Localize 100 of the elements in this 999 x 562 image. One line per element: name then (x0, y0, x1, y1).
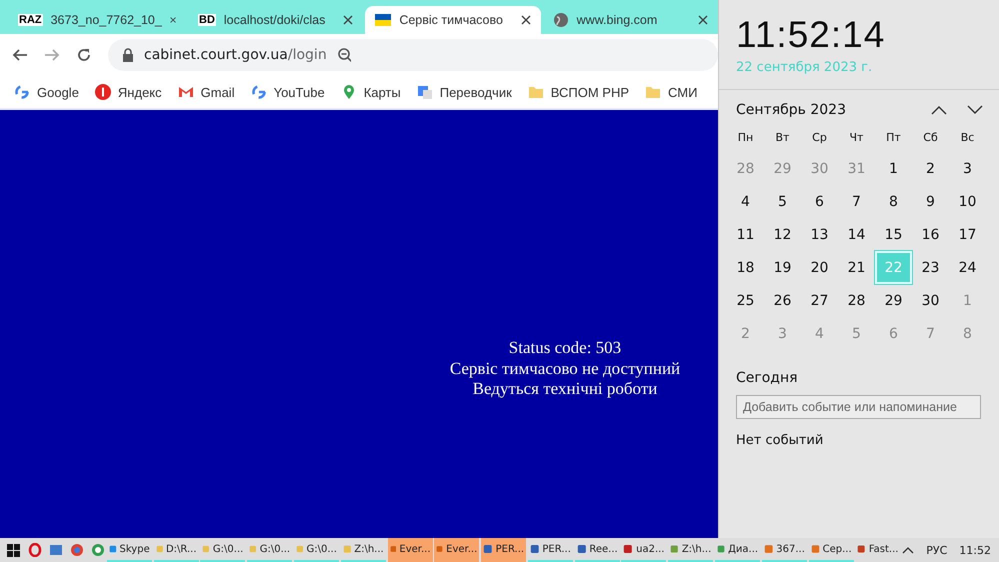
browser-tab[interactable]: Сервіс тимчасово (365, 6, 541, 34)
chevron-up-icon[interactable] (931, 105, 947, 115)
calendar-day[interactable]: 24 (949, 251, 986, 284)
envelope-icon (178, 84, 194, 100)
zoom-out-icon[interactable] (336, 47, 351, 63)
reload-icon[interactable] (76, 47, 92, 63)
bookmark[interactable]: ВСПОМ PHP (528, 84, 630, 100)
taskbar-item[interactable]: G:\0... (247, 538, 292, 562)
close-icon[interactable] (520, 15, 531, 25)
weekday-label: Сб (922, 130, 939, 146)
tab-favicon: BD (198, 14, 216, 26)
taskbar-item[interactable]: PER... (481, 538, 526, 562)
taskbar-item[interactable]: Z:\h... (340, 538, 386, 562)
url-text: cabinet.court.gov.ua/login (144, 47, 327, 63)
calendar-day[interactable]: 12 (764, 218, 801, 251)
calendar-day[interactable]: 6 (801, 185, 838, 218)
close-icon[interactable] (343, 15, 354, 25)
calendar-day[interactable]: 2 (912, 152, 949, 185)
bookmark[interactable]: Яндекс (94, 84, 162, 100)
error-message-line: Status code: 503 (508, 338, 622, 358)
calendar-day[interactable]: 1 (875, 152, 912, 185)
chevron-up-icon[interactable] (902, 546, 914, 554)
bookmark[interactable]: Карты (340, 84, 401, 100)
weekday-label: Вс (960, 130, 976, 146)
calendar-day[interactable]: 30 (912, 284, 949, 317)
calendar-day[interactable]: 7 (838, 185, 875, 218)
calendar-day[interactable]: 21 (838, 251, 875, 284)
calendar-day[interactable]: 29 (875, 284, 912, 317)
circle-icon[interactable] (91, 543, 105, 557)
ring-icon[interactable] (28, 543, 42, 557)
calendar-day[interactable]: 3 (949, 152, 986, 185)
back-arrow-icon[interactable] (12, 47, 28, 63)
calendar-day[interactable]: 18 (727, 251, 764, 284)
circle-icon (94, 84, 111, 100)
taskbar-item[interactable]: PER... (528, 538, 573, 562)
language-indicator[interactable]: РУС (926, 544, 948, 556)
calendar-day[interactable]: 27 (801, 284, 838, 317)
taskbar-item[interactable]: G:\0... (200, 538, 246, 562)
chevron-down-icon[interactable] (967, 105, 983, 115)
month-title: Сентябрь 2023 (736, 102, 847, 118)
taskbar-item[interactable]: Z:\h... (668, 538, 714, 562)
calendar-day[interactable]: 23 (912, 251, 949, 284)
taskbar-item[interactable]: Fast... (855, 538, 900, 562)
calendar-day[interactable]: 15 (875, 218, 912, 251)
event-input-field[interactable]: Добавить событие или напоминание (736, 395, 981, 419)
bookmark[interactable]: YouTube (250, 84, 325, 100)
calendar-day[interactable]: 25 (727, 284, 764, 317)
calendar-day[interactable]: 5 (764, 185, 801, 218)
calendar-day[interactable]: 8 (875, 185, 912, 218)
calendar-day[interactable]: 10 (949, 185, 986, 218)
calendar-day[interactable]: 16 (912, 218, 949, 251)
calendar-day[interactable]: 20 (801, 251, 838, 284)
calendar-day[interactable]: 26 (764, 284, 801, 317)
translate-icon (416, 84, 433, 100)
weekday-label: Вт (774, 130, 790, 146)
bookmark[interactable]: Gmail (178, 84, 235, 100)
lock-icon (122, 48, 134, 62)
taskbar-item[interactable]: 367... (762, 538, 807, 562)
taskbar-clock[interactable]: 11:52 (959, 544, 991, 556)
taskbar-item[interactable]: Ever... (434, 538, 480, 562)
address-bar[interactable]: cabinet.court.gov.ua/login (108, 39, 718, 71)
folder-icon (645, 84, 662, 100)
weekday-label: Пт (885, 130, 902, 146)
bookmark[interactable]: Переводчик (416, 84, 512, 100)
taskbar-item[interactable]: D:\R... (154, 538, 199, 562)
calendar-day[interactable]: 28 (838, 284, 875, 317)
windows-start-icon[interactable] (6, 542, 21, 558)
error-message-line: Сервіс тимчасово не доступний (450, 358, 680, 379)
flag-icon (375, 14, 392, 26)
taskbar-item[interactable]: Сер... (808, 538, 854, 562)
no-events-text: Нет событий (736, 433, 824, 448)
browser-tab[interactable]: RAZ 3673_no_7762_10_ (8, 6, 186, 34)
circle-icon[interactable] (70, 543, 84, 557)
bookmark[interactable]: СМИ (645, 84, 698, 100)
clock-time: 11:52:14 (736, 13, 886, 57)
taskbar-item[interactable]: Skype (106, 538, 152, 562)
close-icon[interactable] (698, 15, 708, 25)
error-message-line: Ведуться технічні роботи (472, 379, 658, 400)
calendar-day[interactable]: 4 (727, 185, 764, 218)
calendar-day[interactable]: 9 (912, 185, 949, 218)
calendar-day[interactable]: 14 (838, 218, 875, 251)
taskbar-item[interactable]: Ree... (574, 538, 620, 562)
weekday-label: Ср (811, 130, 828, 146)
weekday-label: Чт (848, 130, 864, 146)
agenda-title: Сегодня (736, 370, 799, 386)
window-icon[interactable] (49, 543, 63, 557)
close-icon[interactable] (170, 15, 176, 25)
tab-favicon: RAZ (18, 14, 43, 26)
taskbar-item[interactable]: Диа... (715, 538, 760, 562)
calendar-day[interactable]: 13 (801, 218, 838, 251)
weekday-label: Пн (736, 130, 754, 146)
taskbar-item[interactable]: ua2... (621, 538, 666, 562)
calendar-day[interactable]: 11 (727, 218, 764, 251)
taskbar-item[interactable]: G:\0... (294, 538, 339, 562)
calendar-day[interactable]: 17 (949, 218, 986, 251)
calendar-day[interactable]: 19 (764, 251, 801, 284)
browser-tab[interactable]: BD localhost/doki/clas (188, 6, 364, 34)
browser-tab[interactable]: www.bing.com (542, 6, 718, 34)
taskbar-item[interactable]: Ever... (388, 538, 432, 562)
bookmark[interactable]: Google (14, 84, 79, 100)
